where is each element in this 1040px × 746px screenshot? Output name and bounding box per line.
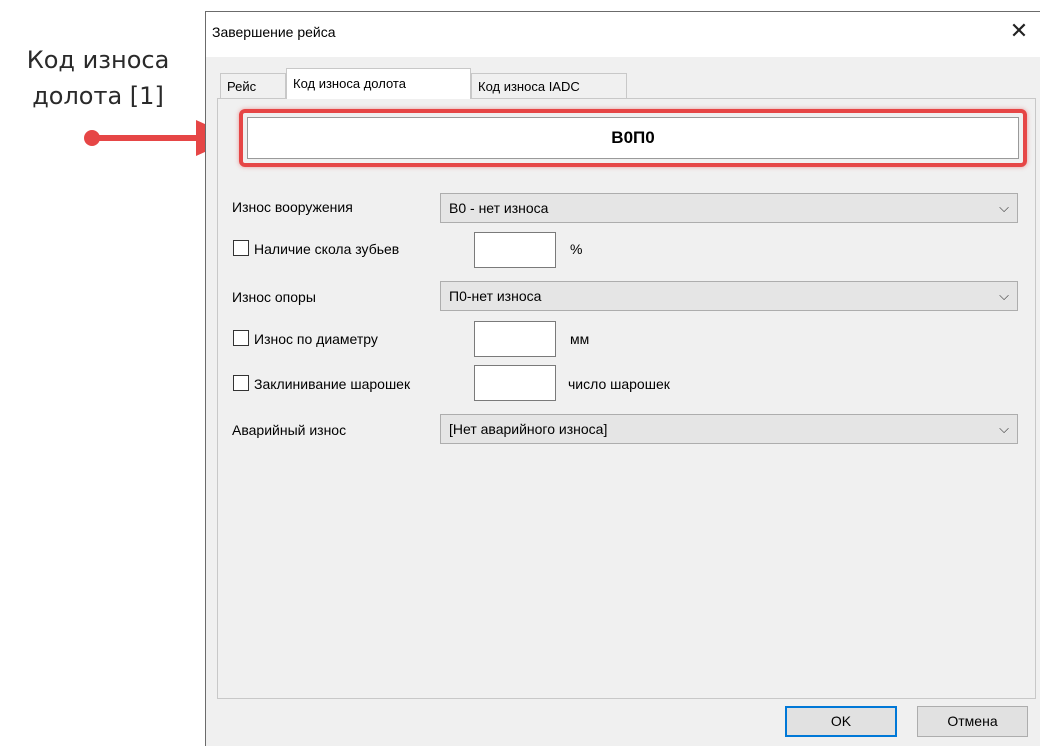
wear-code-display: В0П0 — [247, 117, 1019, 159]
tooth-chip-unit: % — [570, 241, 583, 257]
close-icon[interactable]: ✕ — [1008, 20, 1030, 42]
cone-jam-label: Заклинивание шарошек — [254, 376, 411, 392]
bearing-wear-value: П0-нет износа — [449, 288, 542, 304]
diameter-wear-checkbox[interactable] — [233, 330, 249, 346]
armament-wear-select[interactable]: В0 - нет износа ⌵ — [440, 193, 1018, 223]
tab-iadc-wear-code[interactable]: Код износа IADC — [471, 73, 627, 98]
title-bar: Завершение рейса ✕ — [206, 12, 1040, 57]
cone-jam-unit: число шарошек — [568, 376, 670, 392]
tooth-chip-checkbox[interactable] — [233, 240, 249, 256]
dialog-title: Завершение рейса — [212, 24, 336, 40]
emergency-wear-select[interactable]: [Нет аварийного износа] ⌵ — [440, 414, 1018, 444]
cone-jam-checkbox[interactable] — [233, 375, 249, 391]
tooth-chip-label: Наличие скола зубьев — [254, 241, 400, 257]
emergency-wear-label: Аварийный износ — [232, 422, 347, 438]
diameter-wear-label: Износ по диаметру — [254, 331, 378, 347]
chevron-down-icon: ⌵ — [999, 421, 1009, 436]
finish-trip-dialog: Завершение рейса ✕ Рейс Код износа долот… — [205, 11, 1040, 746]
tooth-chip-input[interactable] — [474, 232, 556, 268]
tab-trip[interactable]: Рейс — [220, 73, 286, 98]
ok-button[interactable]: OK — [785, 706, 897, 737]
tab-panel — [217, 98, 1036, 699]
armament-wear-label: Износ вооружения — [232, 199, 353, 215]
bearing-wear-select[interactable]: П0-нет износа ⌵ — [440, 281, 1018, 311]
cancel-button[interactable]: Отмена — [917, 706, 1028, 737]
emergency-wear-value: [Нет аварийного износа] — [449, 421, 608, 437]
chevron-down-icon: ⌵ — [999, 200, 1009, 215]
diameter-wear-unit: мм — [570, 331, 590, 347]
armament-wear-value: В0 - нет износа — [449, 200, 549, 216]
diameter-wear-input[interactable] — [474, 321, 556, 357]
chevron-down-icon: ⌵ — [999, 288, 1009, 303]
tab-bit-wear-code[interactable]: Код износа долота — [286, 68, 471, 99]
cone-jam-input[interactable] — [474, 365, 556, 401]
bearing-wear-label: Износ опоры — [232, 289, 316, 305]
